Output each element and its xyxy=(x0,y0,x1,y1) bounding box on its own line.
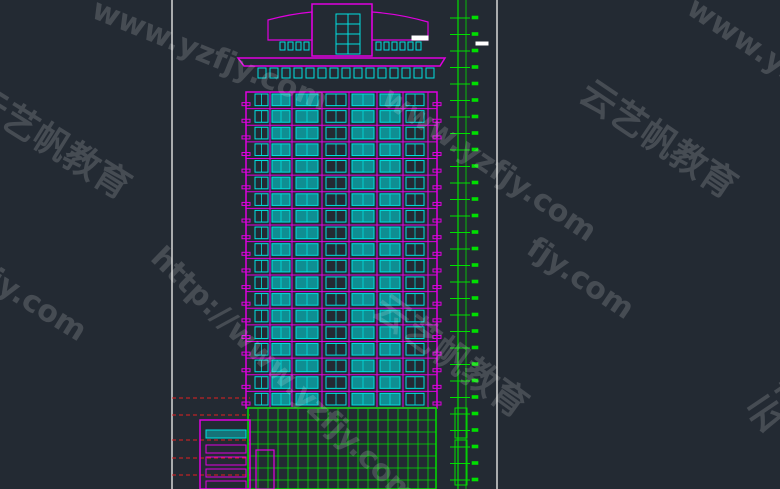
roof-window xyxy=(279,41,286,51)
elevation-drawing xyxy=(171,0,498,489)
roof-window xyxy=(425,67,435,79)
roof-curve-left xyxy=(267,11,313,41)
dimension-note xyxy=(471,65,479,69)
dimension-note xyxy=(471,477,479,482)
annex-window xyxy=(205,444,247,454)
roof-window xyxy=(305,67,315,79)
dimension-note xyxy=(471,296,479,300)
roof-window xyxy=(413,67,423,79)
roof-window xyxy=(391,41,398,51)
roof-window xyxy=(399,41,406,51)
dimension-note xyxy=(471,48,479,53)
roof-window xyxy=(329,67,339,79)
dimension-note xyxy=(471,147,479,152)
dimension-note xyxy=(471,362,479,366)
roof-window xyxy=(407,41,414,51)
roof-window xyxy=(257,67,267,79)
dimension-note xyxy=(471,395,479,399)
roof-window xyxy=(269,67,279,79)
dimension-note xyxy=(471,81,479,86)
dimension-note xyxy=(471,345,479,350)
dimension-note xyxy=(471,411,479,416)
dimension-bracket xyxy=(454,407,468,439)
roof-note-mark xyxy=(411,35,429,41)
dimension-note xyxy=(471,213,479,218)
dimension-note xyxy=(471,461,479,465)
roof-window xyxy=(375,41,382,51)
annex-window xyxy=(205,468,247,478)
dimension-note xyxy=(471,230,479,234)
dimension-note xyxy=(471,197,479,201)
roof-window xyxy=(353,67,363,79)
cad-viewport[interactable]: www.yzfjy.com 云艺帆教育 fjy.com http://www.y… xyxy=(0,0,780,489)
roof-window xyxy=(365,67,375,79)
roof-window xyxy=(293,67,303,79)
roof-window xyxy=(389,67,399,79)
roof-window xyxy=(295,41,302,51)
roof-window xyxy=(401,67,411,79)
roof-window xyxy=(281,67,291,79)
annex-window xyxy=(205,456,247,466)
roof-window xyxy=(383,41,390,51)
dimension-note xyxy=(471,444,479,449)
annex-window xyxy=(205,480,247,489)
roof-window xyxy=(303,41,310,51)
dimension-note xyxy=(471,329,479,333)
roof-window xyxy=(287,41,294,51)
dimension-note xyxy=(471,378,479,383)
roof-window xyxy=(317,67,327,79)
roof-window xyxy=(377,67,387,79)
dimension-note xyxy=(471,114,479,119)
stair-tower xyxy=(311,3,373,57)
dimension-note xyxy=(471,279,479,284)
dimension-note xyxy=(471,131,479,135)
annex-window xyxy=(205,429,247,439)
level-note-mark xyxy=(475,41,489,46)
dimension-note xyxy=(471,246,479,251)
dimension-note xyxy=(471,312,479,317)
roof-window xyxy=(341,67,351,79)
dimension-note xyxy=(471,180,479,185)
roof-window xyxy=(415,41,422,51)
roof-parapet xyxy=(236,57,447,67)
dimension-note xyxy=(471,428,479,432)
dimension-note xyxy=(471,164,479,168)
dimension-note xyxy=(471,15,479,20)
dimension-note xyxy=(471,32,479,36)
dimension-note xyxy=(471,98,479,102)
dimension-note xyxy=(471,263,479,267)
